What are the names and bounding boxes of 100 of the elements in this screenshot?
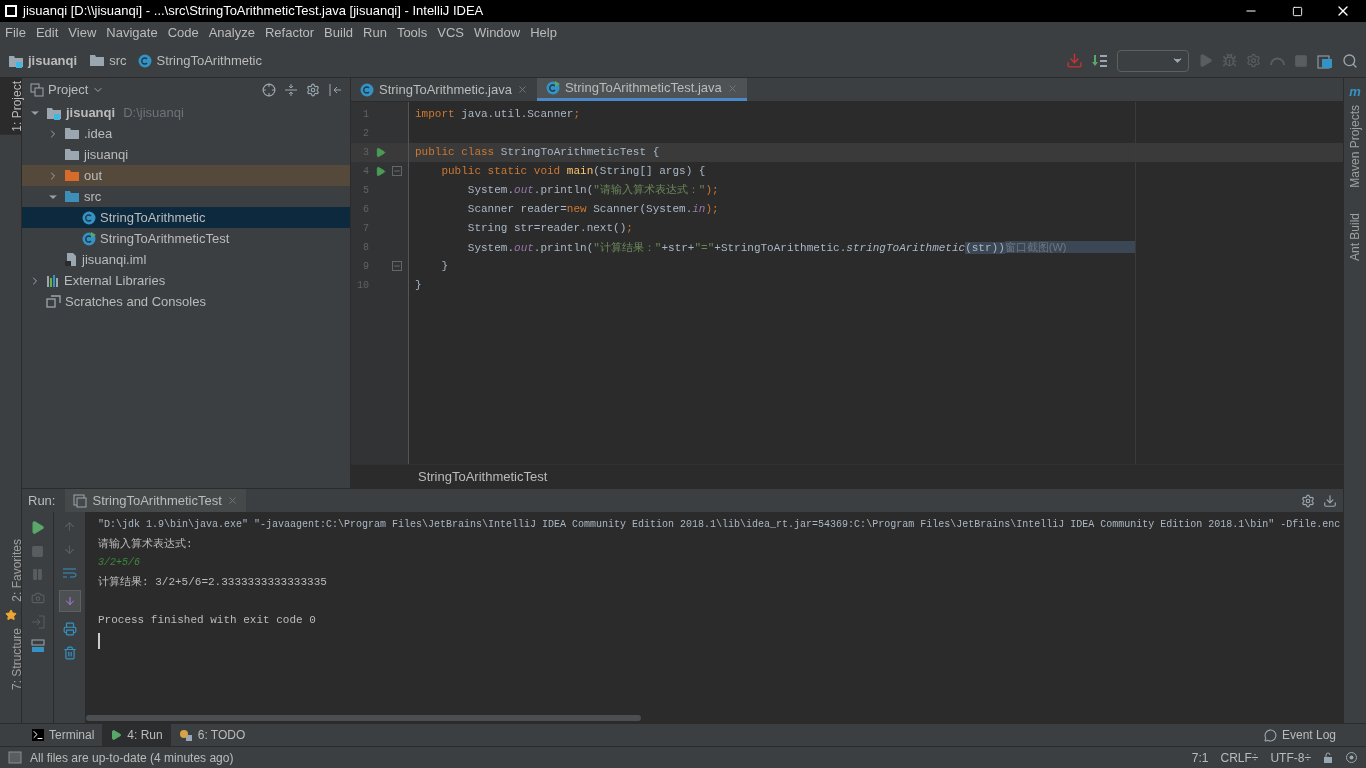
tree-item-label: StringToArithmeticTest (100, 229, 230, 248)
run-configuration-dropdown[interactable] (1117, 49, 1189, 72)
code-line: public class StringToArithmeticTest { (415, 145, 660, 161)
tree-item[interactable]: jisuanqi D:\jisuanqi (22, 102, 350, 123)
breadcrumb-item[interactable]: src (89, 50, 135, 71)
settings-icon[interactable] (306, 83, 320, 97)
tree-item[interactable]: src (22, 186, 350, 207)
gauge-icon[interactable] (1270, 55, 1285, 66)
settings-icon[interactable] (1301, 493, 1315, 508)
run-gutter-icon[interactable] (374, 146, 386, 158)
menu-item[interactable]: Window (468, 23, 526, 43)
trash-icon[interactable] (62, 646, 77, 660)
tree-item[interactable]: Scratches and Consoles (22, 291, 350, 312)
run-tab[interactable]: StringToArithmeticTest (65, 489, 246, 512)
status-message: All files are up-to-date (4 minutes ago) (30, 749, 234, 767)
test-class-icon (82, 231, 96, 246)
code-breadcrumb[interactable]: StringToArithmeticTest (418, 466, 548, 487)
panel-title[interactable]: Project (48, 80, 89, 100)
tree-item[interactable]: .idea (22, 123, 350, 144)
panel-toggle-icon[interactable] (8, 751, 22, 764)
tree-item[interactable]: StringToArithmeticTest (22, 228, 350, 249)
class-icon (138, 53, 153, 68)
download-icon[interactable] (1066, 52, 1083, 69)
tree-item-label: .idea (84, 124, 113, 143)
maven-tool-tab[interactable]: Maven Projects (1338, 101, 1366, 191)
print-icon[interactable] (62, 622, 77, 636)
close-tab-icon[interactable] (226, 495, 238, 506)
menu-item[interactable]: File (0, 23, 31, 43)
layout-icon[interactable] (30, 639, 45, 653)
scroll-to-end-button[interactable] (58, 590, 81, 612)
tree-item[interactable]: jisuanqi (22, 144, 350, 165)
menu-item[interactable]: Code (162, 23, 204, 43)
breadcrumb-item[interactable]: jisuanqi (8, 50, 86, 71)
search-icon[interactable] (1342, 52, 1358, 69)
tool-window-tab[interactable]: Terminal (24, 724, 103, 746)
menu-item[interactable]: Refactor (259, 23, 320, 43)
file-icon (64, 252, 78, 267)
close-tab-icon[interactable] (726, 82, 738, 94)
exit-icon[interactable] (30, 615, 45, 629)
tool-window-tab[interactable]: 6: TODO (170, 724, 254, 746)
speech-bubble-icon (1263, 728, 1277, 742)
stop-icon[interactable] (1294, 53, 1308, 68)
tree-item[interactable]: StringToArithmetic (22, 207, 350, 228)
menu-item[interactable]: Run (358, 23, 392, 43)
soft-wrap-icon[interactable] (62, 566, 77, 580)
editor-tab[interactable]: StringToArithmeticTest.java (536, 78, 747, 101)
event-log-button[interactable]: Event Log (1263, 726, 1336, 744)
fold-icon[interactable] (392, 165, 402, 176)
pause-icon[interactable] (31, 568, 44, 581)
module-folder-icon (46, 105, 62, 120)
tree-item-label: jisuanqi.iml (82, 250, 147, 269)
menu-item[interactable]: VCS (432, 23, 469, 43)
terminal-icon (32, 729, 44, 741)
menu-item[interactable]: Help (525, 23, 562, 43)
caret-position[interactable]: 7:1 (1191, 748, 1209, 767)
menu-item[interactable]: Navigate (101, 23, 163, 43)
menu-item[interactable]: Edit (30, 23, 64, 43)
rerun-icon[interactable] (30, 520, 45, 535)
console-input-text: 3/2+5/6 (98, 557, 140, 568)
tool-window-tab[interactable]: 4: Run (102, 724, 171, 746)
tree-item-label: Scratches and Consoles (65, 292, 206, 311)
run-icon[interactable] (1198, 53, 1213, 68)
debug-icon[interactable] (1222, 53, 1237, 68)
favorites-tool-tab[interactable]: 2: Favorites (0, 536, 21, 605)
folder-icon (64, 148, 80, 161)
camera-icon[interactable] (30, 591, 45, 605)
menu-item[interactable]: Analyze (203, 23, 260, 43)
close-tab-icon[interactable] (516, 84, 528, 95)
tree-item[interactable]: External Libraries (22, 270, 350, 291)
fold-icon[interactable] (392, 260, 402, 271)
structure-tool-tab[interactable]: 7: Structure (0, 624, 21, 693)
file-encoding[interactable]: UTF-8÷ (1270, 748, 1311, 767)
breadcrumb-item[interactable]: StringToArithmetic (138, 50, 270, 71)
collapse-all-icon[interactable] (284, 83, 298, 97)
stop-icon[interactable] (31, 545, 44, 558)
folder-icon (64, 169, 80, 182)
line-separator[interactable]: CRLF÷ (1220, 748, 1259, 767)
locate-icon[interactable] (262, 83, 276, 97)
editor-tab[interactable]: StringToArithmetic.java (351, 78, 537, 101)
star-icon (5, 608, 17, 621)
run-gutter-icon[interactable] (374, 165, 386, 177)
ant-tool-tab[interactable]: Ant Build (1338, 210, 1366, 265)
tree-item[interactable]: jisuanqi.iml (22, 249, 350, 270)
code-line: String str=reader.next(); (466, 221, 633, 237)
code-line: public static void main(String[] args) { (440, 164, 706, 180)
tree-item-label: External Libraries (64, 271, 166, 290)
project-structure-icon[interactable] (1317, 52, 1333, 69)
console-line: 请输入算术表达式: (98, 538, 193, 550)
class-icon (360, 82, 374, 97)
down-arrow-icon[interactable] (63, 543, 76, 556)
menu-item[interactable]: Build (319, 23, 358, 43)
menu-item[interactable]: Tools (391, 23, 433, 43)
lock-icon[interactable] (1323, 752, 1333, 763)
menu-item[interactable]: View (63, 23, 102, 43)
up-arrow-icon[interactable] (63, 520, 76, 533)
code-line: System.out.println("请输入算术表达式："); (466, 183, 719, 199)
code-line: import java.util.Scanner; (415, 107, 581, 123)
tree-item[interactable]: out (22, 165, 350, 186)
inspector-icon[interactable] (1345, 751, 1358, 764)
console-icon (73, 493, 88, 508)
